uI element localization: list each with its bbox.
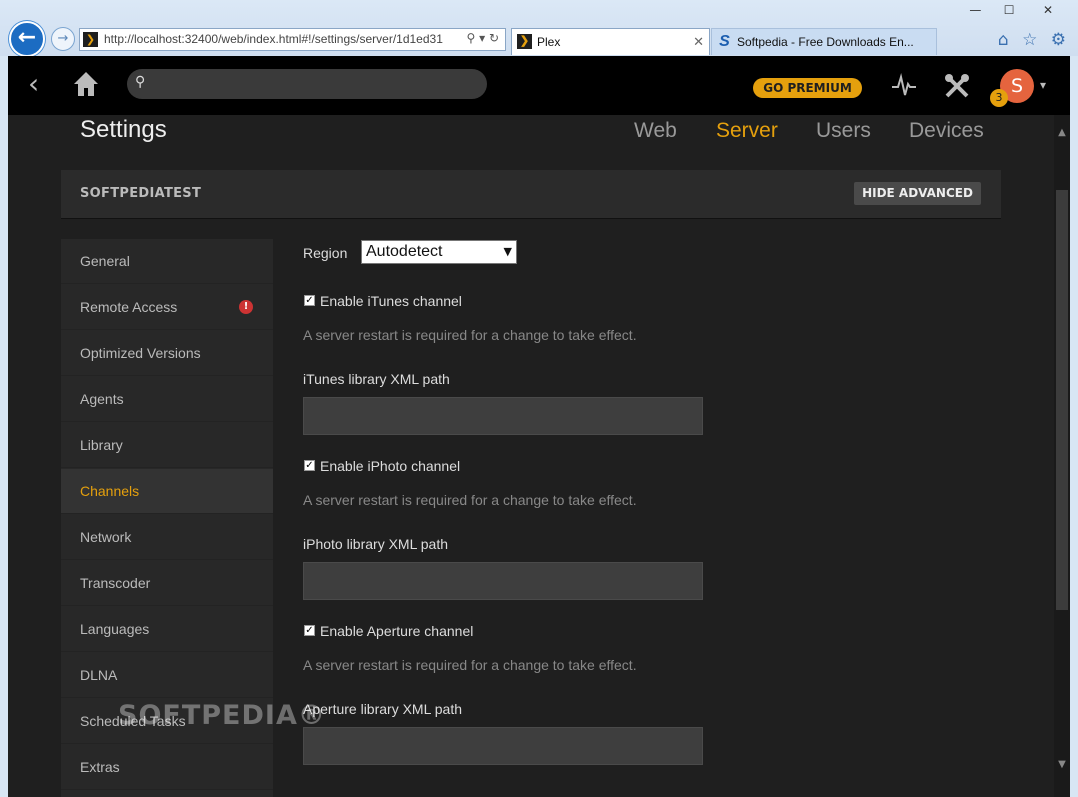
sidebar-item-optimized-versions[interactable]: Optimized Versions (61, 331, 273, 376)
notification-badge: 3 (990, 89, 1008, 107)
sidebar-item-label: Agents (80, 391, 124, 407)
browser-tools: ⌂ ☆ ⚙ (990, 30, 1066, 50)
go-premium-button[interactable]: GO PREMIUM (753, 78, 862, 98)
itunes-path-label: iTunes library XML path (303, 371, 450, 387)
sidebar-item-dlna[interactable]: DLNA (61, 653, 273, 698)
browser-back-button[interactable]: ← (9, 21, 45, 57)
scroll-up-icon[interactable]: ▲ (1054, 127, 1070, 138)
iphoto-channel-checkbox[interactable]: ✓ (304, 460, 315, 471)
sidebar-item-label: Channels (80, 483, 140, 499)
sidebar-item-label: Languages (80, 621, 150, 637)
sidebar-item-label: Optimized Versions (80, 345, 201, 361)
itunes-restart-hint: A server restart is required for a chang… (303, 327, 637, 343)
address-text: http://localhost:32400/web/index.html#!/… (104, 32, 443, 46)
itunes-channel-label: Enable iTunes channel (320, 293, 462, 309)
search-input[interactable]: ⚲ (127, 69, 487, 99)
sidebar-item-label: General (80, 253, 130, 269)
iphoto-channel-label: Enable iPhoto channel (320, 458, 461, 474)
aperture-channel-checkbox[interactable]: ✓ (304, 625, 315, 636)
browser-forward-button[interactable]: → (51, 27, 75, 51)
aperture-path-label: Aperture library XML path (303, 701, 462, 717)
address-bar[interactable]: ❯ http://localhost:32400/web/index.html#… (79, 28, 506, 51)
iphoto-path-input[interactable] (303, 562, 703, 600)
sidebar-item-remote-access[interactable]: Remote Access! (61, 285, 273, 330)
plex-topbar: ‹ ⚲ GO PREMIUM S 3 ▾ (8, 56, 1070, 115)
minimize-button[interactable]: — (960, 3, 990, 17)
plex-app: ‹ ⚲ GO PREMIUM S 3 ▾ ▲ ▼ Settings Web Se… (8, 56, 1070, 797)
home-icon[interactable]: ⌂ (998, 30, 1009, 50)
sidebar-item-extras[interactable]: Extras (61, 745, 273, 790)
window-controls: — ☐ ✕ (960, 3, 1068, 17)
sidebar-item-label: Extras (80, 759, 120, 775)
back-icon[interactable]: ‹ (28, 70, 39, 98)
activity-icon[interactable] (891, 72, 917, 98)
maximize-button[interactable]: ☐ (994, 3, 1024, 17)
region-select-value: Autodetect (366, 243, 443, 260)
tab-plex[interactable]: ❯ Plex ✕ (511, 28, 710, 55)
aperture-restart-hint: A server restart is required for a chang… (303, 657, 637, 673)
sidebar-item-languages[interactable]: Languages (61, 607, 273, 652)
aperture-path-input[interactable] (303, 727, 703, 765)
scroll-thumb[interactable] (1056, 190, 1068, 610)
sidebar-item-label: Remote Access (80, 299, 178, 315)
itunes-channel-checkbox[interactable]: ✓ (304, 295, 315, 306)
region-select[interactable]: Autodetect ▼ (361, 240, 517, 264)
sidebar-item-channels[interactable]: Channels (61, 469, 273, 514)
softpedia-watermark: SOFTPEDIA® (118, 700, 326, 731)
sidebar-item-transcoder[interactable]: Transcoder (61, 561, 273, 606)
tab-server[interactable]: Server (716, 119, 778, 143)
refresh-icon[interactable]: ↻ (489, 31, 499, 45)
settings-tools-icon[interactable] (943, 72, 971, 100)
itunes-path-input[interactable] (303, 397, 703, 435)
region-label: Region (303, 245, 348, 261)
server-header: SOFTPEDIATEST HIDE ADVANCED (61, 170, 1001, 219)
server-name: SOFTPEDIATEST (80, 186, 202, 201)
tab-devices[interactable]: Devices (909, 119, 984, 143)
close-window-button[interactable]: ✕ (1028, 3, 1068, 17)
channels-settings: Region Autodetect ▼ ✓ Enable iTunes chan… (303, 239, 1043, 797)
gear-icon[interactable]: ⚙ (1051, 30, 1066, 50)
home-icon[interactable] (71, 69, 101, 99)
address-search-icon[interactable]: ⚲ (466, 31, 475, 45)
tab-web[interactable]: Web (634, 119, 677, 143)
iphoto-path-label: iPhoto library XML path (303, 536, 448, 552)
aperture-channel-label: Enable Aperture channel (320, 623, 474, 639)
sidebar-item-label: DLNA (80, 667, 118, 683)
plex-favicon-icon: ❯ (83, 32, 98, 47)
scroll-down-icon[interactable]: ▼ (1054, 759, 1070, 770)
tab-softpedia-label: Softpedia - Free Downloads En... (737, 35, 914, 49)
tab-users[interactable]: Users (816, 119, 871, 143)
sidebar-item-agents[interactable]: Agents (61, 377, 273, 422)
tab-plex-label: Plex (537, 35, 561, 49)
sidebar-item-label: Network (80, 529, 132, 545)
plex-favicon-icon: ❯ (517, 34, 532, 49)
alert-icon: ! (239, 300, 253, 314)
sidebar-item-general[interactable]: General (61, 239, 273, 284)
tab-close-icon[interactable]: ✕ (693, 34, 704, 50)
sidebar-item-library[interactable]: Library (61, 423, 273, 468)
iphoto-restart-hint: A server restart is required for a chang… (303, 492, 637, 508)
search-icon: ⚲ (135, 74, 146, 90)
sidebar-item-label: Library (80, 437, 123, 453)
address-icons: ⚲ ▾ ↻ (466, 31, 499, 45)
chevron-down-icon[interactable]: ▾ (1040, 78, 1046, 92)
hide-advanced-button[interactable]: HIDE ADVANCED (854, 182, 981, 205)
sidebar-item-network[interactable]: Network (61, 515, 273, 560)
scrollbar[interactable]: ▲ ▼ (1054, 115, 1070, 797)
favorites-star-icon[interactable]: ☆ (1022, 30, 1037, 50)
softpedia-favicon-icon: S (719, 33, 730, 50)
page-title: Settings (80, 116, 167, 143)
browser-chrome: ← → ❯ http://localhost:32400/web/index.h… (0, 0, 1078, 57)
chevron-down-icon: ▼ (503, 245, 512, 258)
address-dropdown-icon[interactable]: ▾ (479, 31, 485, 45)
sidebar-item-label: Transcoder (80, 575, 151, 591)
tab-softpedia[interactable]: S Softpedia - Free Downloads En... (711, 28, 937, 55)
